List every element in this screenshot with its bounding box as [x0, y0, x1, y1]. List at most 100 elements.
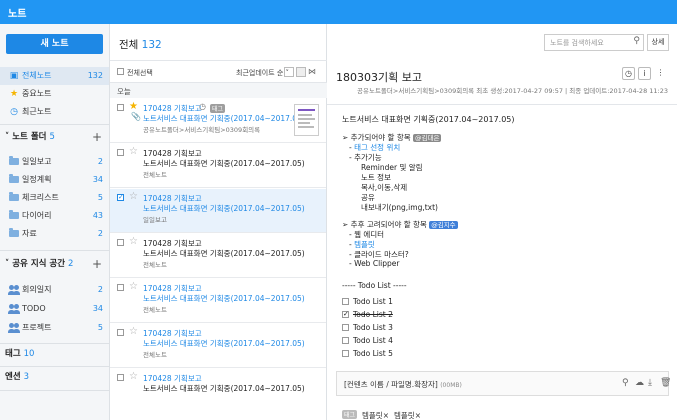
section-tags[interactable]: 태그 10 [0, 344, 109, 364]
tag-chip[interactable]: 템플릿× [394, 410, 421, 420]
people-icon [8, 285, 20, 295]
alarm-icon: ◷ [199, 102, 206, 111]
divider [0, 250, 109, 251]
note-list-item[interactable]: ☆ 170428 기획보고 노트서비스 대표화면 기획중(2017.04~201… [110, 279, 326, 323]
new-note-button[interactable]: 새 노트 [6, 34, 103, 54]
sidebar-item-folder[interactable]: 체크리스트 5 [0, 189, 109, 207]
section-note-folders[interactable]: ˅ 노트 폴더 5 + [0, 127, 109, 147]
star-icon[interactable]: ☆ [129, 146, 138, 157]
more-icon[interactable]: ⋮ [654, 67, 667, 80]
star-icon[interactable]: ★ [129, 101, 138, 112]
select-all-checkbox[interactable] [117, 68, 124, 75]
chevron-down-icon: ˅ [5, 132, 10, 142]
close-icon[interactable]: × [383, 411, 389, 420]
star-icon[interactable]: ☆ [129, 191, 138, 202]
divider [0, 124, 109, 125]
todo-checkbox[interactable]: ✓ [342, 311, 349, 318]
mention-badge: @김지수 [429, 221, 458, 229]
sidebar-item-shared-space[interactable]: 프로젝트 5 [0, 319, 109, 337]
select-all-label: 전체선택 [127, 69, 153, 77]
note-list-item[interactable]: ☆ 170428 기획보고 노트서비스 대표화면 기획중(2017.04~201… [110, 324, 326, 368]
section-shared-spaces[interactable]: ˅ 공유 지식 공간 2 + [0, 254, 109, 274]
star-icon[interactable]: ☆ [129, 281, 138, 292]
list-item: - Web Clipper [349, 259, 400, 268]
note-list-item[interactable]: ☆ 170428 기획보고 노트서비스 대표화면 기획중(2017.04~201… [110, 369, 326, 413]
alarm-icon[interactable]: ◷ [622, 67, 635, 80]
tag-chip[interactable]: 템플릿× [362, 410, 389, 420]
sidebar-item-folder[interactable]: 일정계획 34 [0, 171, 109, 189]
app-header: 노트 [0, 0, 677, 24]
note-heading: 노트서비스 대표화면 기획중(2017.04~2017.05) [342, 115, 515, 124]
sidebar-item-all-notes[interactable]: ▣ 전체노트 132 [0, 67, 109, 85]
sidebar-item-folder[interactable]: 자료 2 [0, 225, 109, 243]
grid-view-icon[interactable] [296, 67, 306, 77]
attachment-card[interactable]: [컨텐츠 이름 / 파일명.확장자] (00MB) ⚲ ☁ ⤓ 🗑 [336, 371, 671, 396]
info-icon[interactable]: i [638, 67, 651, 80]
note-checkbox[interactable] [117, 104, 124, 111]
note-header: 180303기획 보고 ◷ i ⋮ 공유노트폴더>서비스기획팀>0309회의록 … [327, 61, 677, 105]
note-list-item[interactable]: ☆ 170428 기획보고 노트서비스 대표화면 기획중(2017.04~201… [110, 144, 326, 188]
folder-icon [9, 156, 19, 165]
share-icon[interactable]: ⋈ [308, 67, 318, 77]
star-icon[interactable]: ☆ [129, 371, 138, 382]
star-icon[interactable]: ☆ [129, 326, 138, 337]
chevron-down-icon: ˅ [5, 259, 10, 269]
trash-icon[interactable]: 🗑 [660, 378, 671, 388]
todo-checkbox[interactable] [342, 337, 349, 344]
folder-icon [9, 228, 19, 237]
todo-title: ----- Todo List ----- [342, 281, 407, 290]
list-title: 전체 [119, 39, 139, 51]
mention-badge: @김대은 [413, 134, 442, 142]
folder-icon [9, 210, 19, 219]
star-icon: ★ [9, 89, 19, 99]
add-shared-space-icon[interactable]: + [92, 254, 102, 274]
sidebar-item-shared-space[interactable]: 회의일지 2 [0, 281, 109, 299]
note-detail-pane: 노트를 검색하세요 ⚲ 상세 180303기획 보고 ◷ i ⋮ 공유노트폴더>… [327, 24, 677, 420]
cloud-icon[interactable]: ☁ [635, 378, 644, 388]
search-input[interactable]: 노트를 검색하세요 ⚲ [544, 34, 644, 51]
note-title: 180303기획 보고 [336, 71, 422, 84]
note-checkbox[interactable] [117, 239, 124, 246]
detail-search-button[interactable]: 상세 [647, 34, 669, 51]
note-checkbox[interactable] [117, 284, 124, 291]
folder-icon [9, 174, 19, 183]
attachment-name: [컨텐츠 이름 / 파일명.확장자] [344, 380, 438, 389]
note-list-item[interactable]: ✓ ☆ 170428 기획보고 노트서비스 대표화면 기획중(2017.04~2… [110, 189, 326, 233]
note-checkbox[interactable] [117, 374, 124, 381]
note-checkbox[interactable] [117, 329, 124, 336]
list-view-icon[interactable] [284, 67, 294, 77]
folder-icon [9, 192, 19, 201]
todo-checkbox[interactable] [342, 298, 349, 305]
list-count: 132 [141, 39, 162, 51]
people-icon [8, 304, 20, 314]
note-thumbnail [294, 104, 319, 136]
attachment-icon: 📎 [131, 112, 141, 121]
search-icon[interactable]: ⚲ [633, 36, 640, 46]
sidebar-item-shared-space[interactable]: TODO 34 [0, 300, 109, 318]
section-editions[interactable]: 엔션 3 [0, 367, 109, 387]
tag-badge: 태그 [210, 104, 226, 113]
close-icon[interactable]: × [415, 411, 421, 420]
note-list-pane: 전체 132 전체선택 최근업데이트 순 ˅ ⋈ 오늘 ★ 170428 기획보… [110, 24, 327, 420]
tag-icon: 태그 [342, 410, 358, 419]
add-folder-icon[interactable]: + [92, 127, 102, 147]
list-toolbar: 전체선택 최근업데이트 순 ˅ ⋈ [110, 61, 327, 83]
notes-icon: ▣ [9, 71, 19, 81]
todo-checkbox[interactable] [342, 350, 349, 357]
day-group-header: 오늘 [110, 83, 327, 98]
todo-checkbox[interactable] [342, 324, 349, 331]
app-title: 노트 [8, 9, 27, 20]
sidebar-item-folder[interactable]: 일일보고 2 [0, 153, 109, 171]
star-icon[interactable]: ☆ [129, 236, 138, 247]
note-checkbox[interactable]: ✓ [117, 194, 124, 201]
note-list-item[interactable]: ☆ 170428 기획보고 노트서비스 대표화면 기획중(2017.04~201… [110, 234, 326, 278]
sidebar-item-recent-notes[interactable]: ◷ 최근노트 [0, 103, 109, 121]
people-icon [8, 323, 20, 333]
note-list-item[interactable]: ★ 170428 기획보고 ◷ 태그 📎 노트서비스 대표화면 기획중(2017… [110, 99, 326, 143]
note-checkbox[interactable] [117, 149, 124, 156]
sidebar-item-important-notes[interactable]: ★ 중요노트 [0, 85, 109, 103]
sort-dropdown[interactable]: 최근업데이트 순 ˅ [236, 68, 289, 78]
sidebar-item-folder[interactable]: 다이어리 43 [0, 207, 109, 225]
search-icon[interactable]: ⚲ [622, 378, 629, 388]
download-icon[interactable]: ⤓ [648, 378, 652, 388]
